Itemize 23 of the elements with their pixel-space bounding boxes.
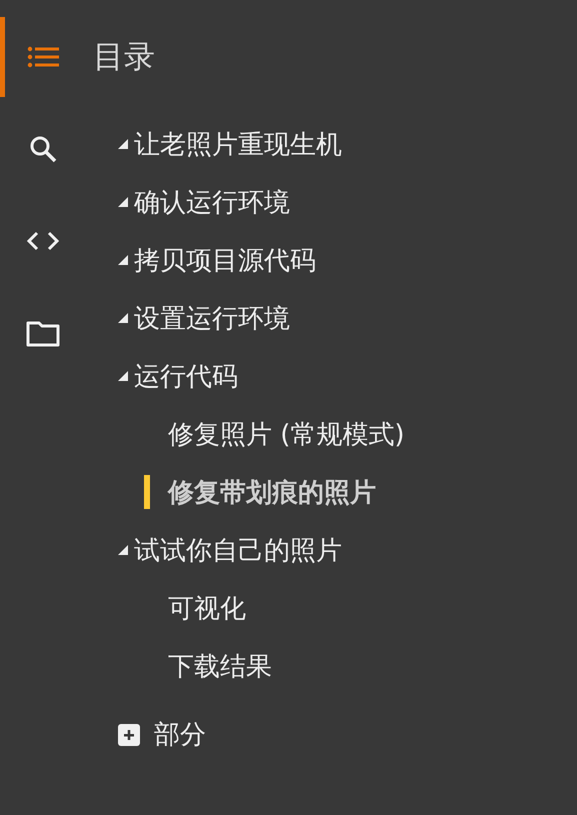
- list-icon: [26, 46, 58, 68]
- toc-link[interactable]: 让老照片重现生机: [134, 126, 342, 162]
- expanded-triangle-icon[interactable]: [118, 255, 128, 265]
- panel-title: 目录: [92, 38, 156, 77]
- expanded-triangle-icon[interactable]: [118, 545, 128, 555]
- toc-link[interactable]: 试试你自己的照片: [134, 532, 342, 568]
- expanded-triangle-icon[interactable]: [118, 313, 128, 323]
- expanded-triangle-icon[interactable]: [118, 197, 128, 207]
- expanded-triangle-icon[interactable]: [118, 139, 128, 149]
- plus-icon: [118, 724, 140, 746]
- toc-link[interactable]: 设置运行环境: [134, 300, 290, 336]
- toc-link[interactable]: 修复照片 (常规模式): [168, 416, 405, 452]
- code-icon: [26, 231, 58, 251]
- expanded-triangle-icon[interactable]: [118, 371, 128, 381]
- add-section-button[interactable]: 部分: [118, 717, 206, 752]
- search-icon: [28, 135, 56, 163]
- folder-icon: [26, 319, 60, 347]
- toc-link[interactable]: 确认运行环境: [134, 184, 290, 220]
- toc-link[interactable]: 拷贝项目源代码: [134, 242, 316, 278]
- toc-link[interactable]: 修复带划痕的照片: [168, 474, 376, 510]
- toc-link[interactable]: 运行代码: [134, 358, 238, 394]
- toc-link[interactable]: 下载结果: [168, 648, 272, 684]
- toc-link[interactable]: 可视化: [168, 590, 246, 626]
